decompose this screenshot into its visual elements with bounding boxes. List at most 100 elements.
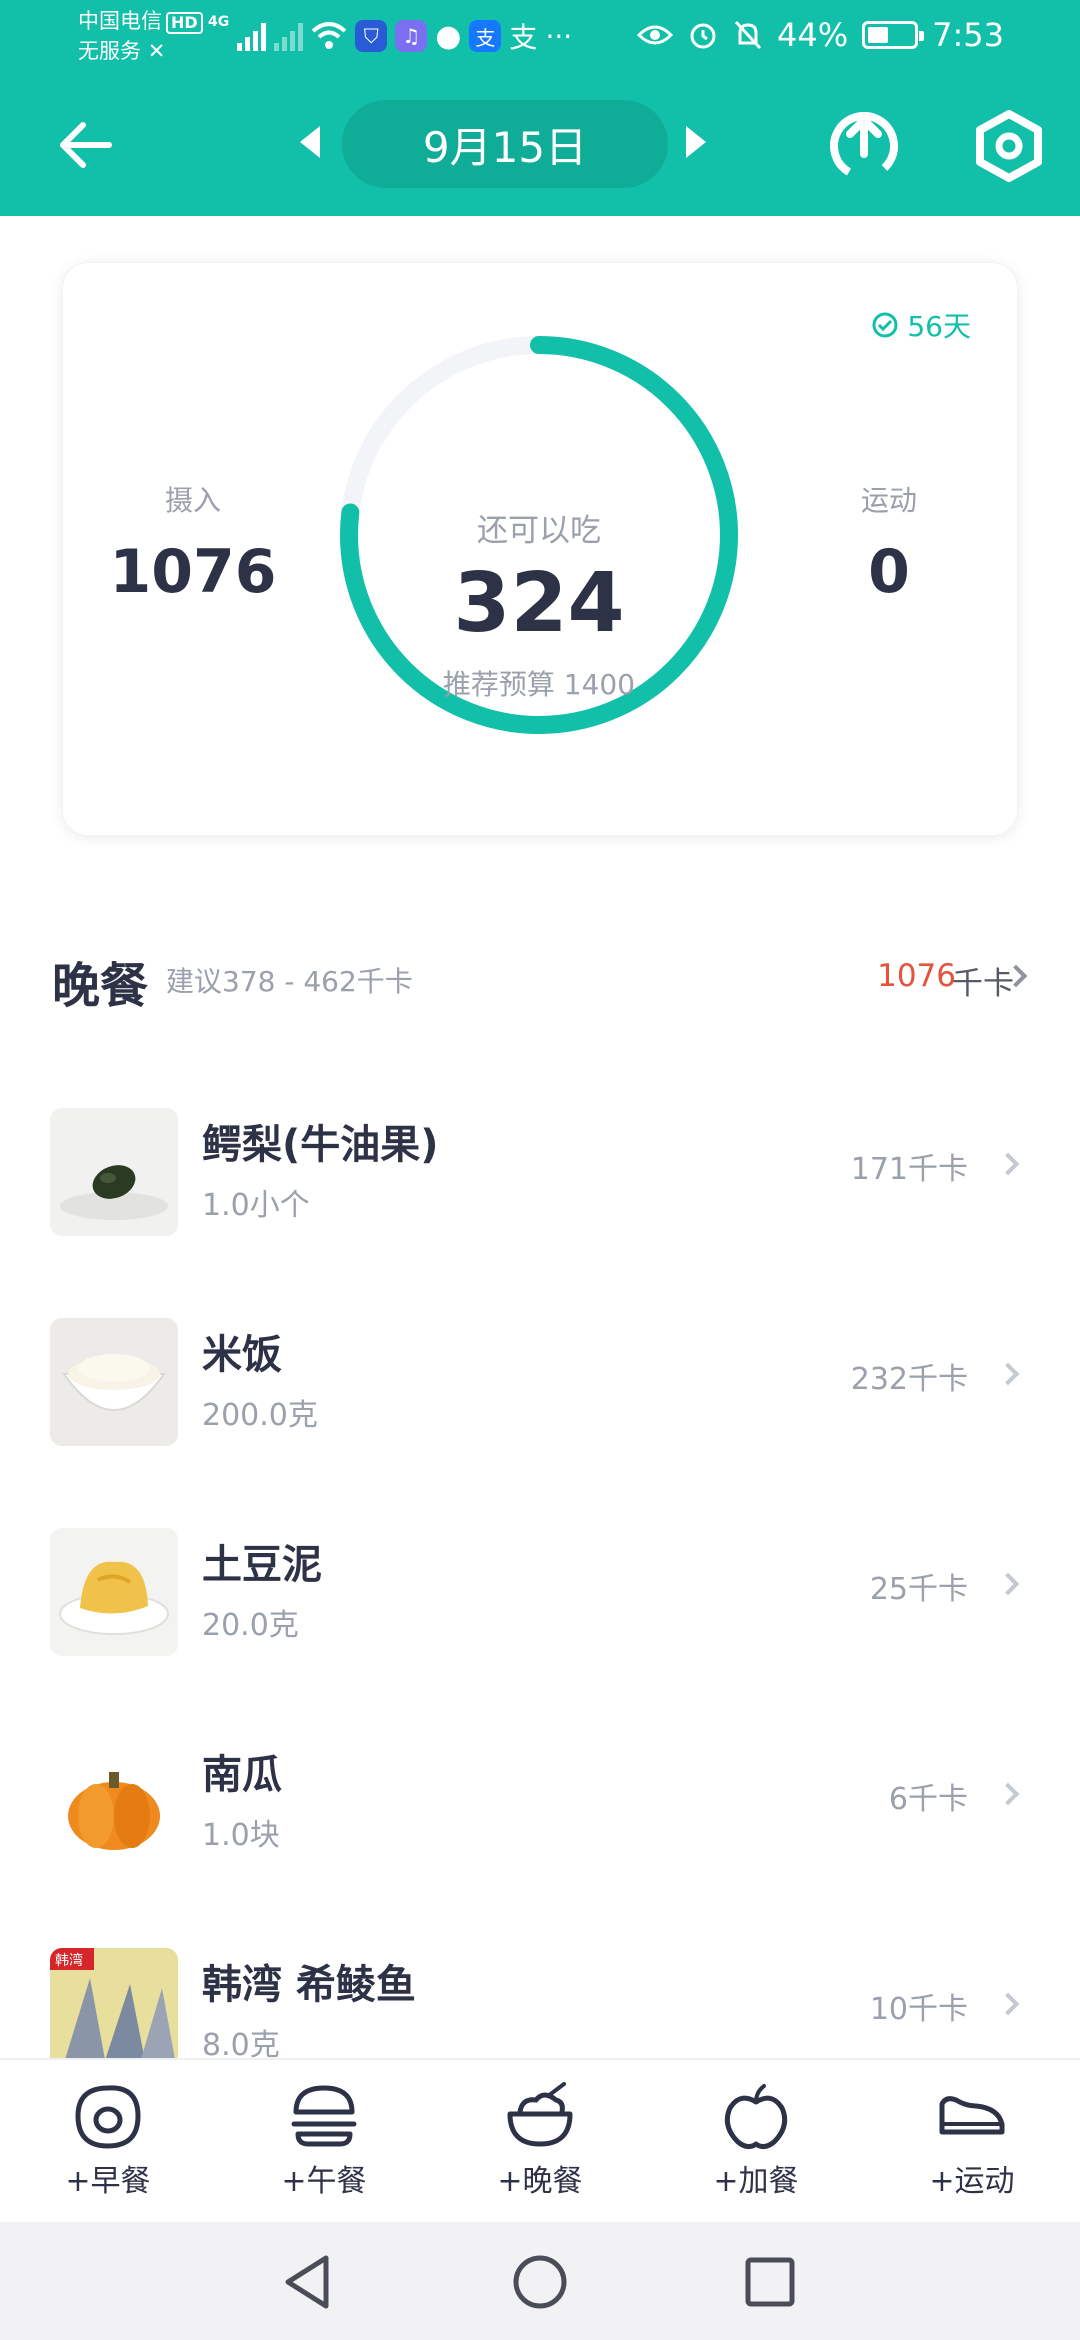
meal-title: 晚餐 (52, 958, 149, 1014)
food-thumbnail-rice (50, 1318, 178, 1446)
food-row[interactable]: 南瓜 1.0块 6千卡 (0, 1726, 1080, 1866)
add-breakfast-label: +早餐 (65, 2164, 151, 2199)
meal-recommendation: 建议378 - 462千卡 (166, 965, 413, 998)
app-header: 中国电信 HD 无服务 ✕ 4G ⛉ ♫ ● 支 支 ··· 44% 7:53 9… (0, 0, 1080, 216)
add-snack-button[interactable]: +加餐 (686, 2082, 826, 2200)
intake-label: 摄入 (164, 484, 221, 517)
status-bar: 中国电信 HD 无服务 ✕ 4G ⛉ ♫ ● 支 支 ··· 44% 7:53 (0, 0, 1080, 72)
food-row[interactable]: 米饭 200.0克 232千卡 (0, 1306, 1080, 1446)
apple-icon (724, 2084, 788, 2150)
chevron-right-icon (996, 1992, 1020, 2016)
triangle-back-icon (285, 2255, 329, 2309)
more-notifications-icon: ··· (545, 19, 573, 53)
circle-home-icon (513, 2255, 567, 2309)
food-quantity: 8.0克 (202, 2028, 280, 2058)
food-name: 鳄梨(牛油果) (202, 1122, 439, 1168)
food-list[interactable]: 鳄梨(牛油果) 1.0小个 171千卡 米饭 200.0克 232千卡 土豆泥 … (0, 1096, 1080, 2058)
share-button[interactable] (826, 108, 902, 184)
add-snack-label: +加餐 (713, 2164, 799, 2199)
food-name: 韩湾 希鲮鱼 (202, 1962, 416, 2008)
exercise-value: 0 (868, 537, 910, 607)
settings-button[interactable] (974, 110, 1044, 182)
system-nav-bar (0, 2222, 1080, 2340)
status-icons-left: 4G ⛉ ♫ ● 支 支 ··· (208, 14, 572, 58)
network-type: 4G (208, 14, 230, 30)
no-service-icon: ✕ (147, 39, 166, 63)
food-kcal: 25千卡 (869, 1572, 968, 1607)
egg-icon (75, 2085, 141, 2149)
add-lunch-button[interactable]: +午餐 (254, 2082, 394, 2200)
food-name: 米饭 (202, 1332, 282, 1378)
chat-icon: ● (435, 18, 462, 54)
food-kcal: 10千卡 (869, 1992, 968, 2027)
hexagon-settings-icon (976, 110, 1042, 182)
battery-percent: 44% (777, 16, 849, 54)
add-exercise-button[interactable]: +运动 (902, 2082, 1042, 2200)
chevron-right-icon (996, 1362, 1020, 1386)
food-row[interactable]: 土豆泥 20.0克 25千卡 (0, 1516, 1080, 1656)
food-name: 南瓜 (202, 1752, 282, 1798)
alarm-icon (690, 23, 716, 49)
meal-header[interactable]: 晚餐 建议378 - 462千卡 1076 千卡 (52, 942, 1032, 1014)
food-quantity: 1.0块 (202, 1818, 280, 1853)
intake-value: 1076 (109, 537, 277, 607)
streak-badge[interactable]: 56天 (871, 305, 971, 345)
next-day-button[interactable] (686, 126, 706, 158)
carrier-name: 中国电信 (78, 9, 162, 33)
exercise-label: 运动 (860, 484, 917, 517)
food-quantity: 1.0小个 (202, 1188, 310, 1223)
food-thumbnail-avocado (50, 1108, 178, 1236)
meal-unit: 千卡 (952, 966, 1014, 1002)
carrier-info: 中国电信 HD 无服务 ✕ (78, 6, 203, 66)
food-quantity: 20.0克 (202, 1608, 299, 1643)
food-kcal: 6千卡 (888, 1782, 968, 1817)
budget-text: 推荐预算 1400 (442, 668, 636, 701)
exercise-block: 运动 0 (799, 479, 979, 607)
chevron-right-icon (996, 1782, 1020, 1806)
upload-icon (830, 112, 898, 180)
food-kcal: 232千卡 (850, 1362, 968, 1397)
add-exercise-label: +运动 (929, 2164, 1015, 2199)
ring-center: 还可以吃 324 推荐预算 1400 (333, 329, 745, 741)
check-circle-icon (872, 312, 898, 338)
chevron-right-icon (996, 1572, 1020, 1596)
signal-icon (237, 21, 267, 51)
calorie-summary-card[interactable]: 56天 摄入 1076 还可以吃 324 推荐预算 1400 运动 0 (62, 262, 1018, 836)
nav-home-button[interactable] (510, 2252, 570, 2312)
food-kcal: 171千卡 (850, 1152, 968, 1187)
food-name: 土豆泥 (202, 1542, 322, 1588)
carrier-status: 无服务 (78, 39, 141, 63)
back-button[interactable] (50, 110, 120, 180)
alipay-2-icon: 支 (509, 21, 538, 54)
food-row[interactable]: 鳄梨(牛油果) 1.0小个 171千卡 (0, 1096, 1080, 1236)
eye-comfort-icon (637, 25, 674, 45)
add-meal-bar: +早餐 +午餐 +晚餐 +加餐 +运动 (0, 2058, 1080, 2222)
streak-days: 56天 (907, 310, 971, 343)
arrow-left-icon (60, 122, 112, 168)
mute-bell-icon (734, 20, 762, 50)
rice-bowl-icon (507, 2082, 573, 2147)
add-dinner-button[interactable]: +晚餐 (470, 2082, 610, 2200)
signal-2-icon (274, 21, 304, 51)
remaining-label: 还可以吃 (477, 513, 601, 549)
remaining-value: 324 (453, 556, 625, 651)
food-row[interactable]: 韩湾 韩湾 希鲮鱼 8.0克 10千卡 (0, 1936, 1080, 2058)
food-thumbnail-capelin: 韩湾 (50, 1948, 178, 2058)
prev-day-button[interactable] (300, 126, 320, 158)
add-lunch-label: +午餐 (281, 2164, 367, 2199)
food-thumbnail-mashed-potato (50, 1528, 178, 1656)
hd-badge: HD (166, 12, 203, 34)
nav-back-button[interactable] (278, 2252, 338, 2312)
add-breakfast-button[interactable]: +早餐 (38, 2082, 178, 2200)
sneaker-icon (939, 2096, 1005, 2135)
chevron-right-icon (996, 1152, 1020, 1176)
thumbnail-brand-text: 韩湾 (55, 1952, 83, 1969)
date-selector[interactable]: 9月15日 (342, 100, 668, 188)
burger-icon (291, 2085, 357, 2147)
meal-total-kcal: 1076 (877, 958, 956, 994)
shield-app-icon: ⛉ (355, 20, 388, 52)
wifi-icon (311, 22, 347, 49)
music-app-icon: ♫ (395, 20, 428, 52)
nav-recents-button[interactable] (740, 2252, 800, 2312)
square-recents-icon (745, 2257, 795, 2307)
